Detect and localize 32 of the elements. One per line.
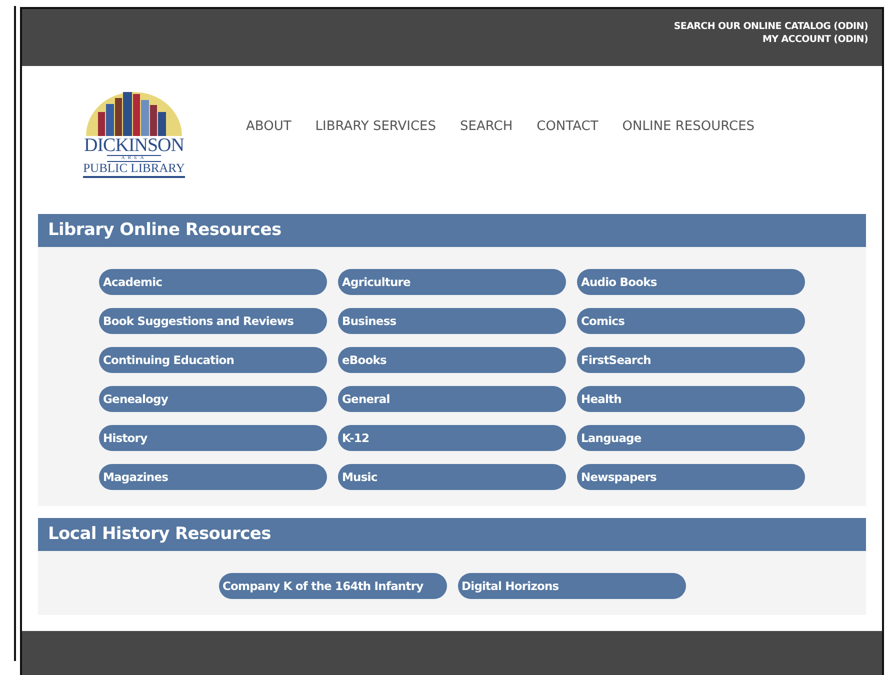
books-arch-logo-icon [84, 90, 184, 136]
resource-link-button[interactable]: Company K of the 164th Infantry [218, 572, 446, 599]
resource-link-button[interactable]: Book Suggestions and Reviews [99, 308, 327, 334]
nav-link[interactable]: CONTACT [536, 119, 598, 134]
resource-link-button[interactable]: Audio Books [577, 268, 805, 295]
resource-link-button[interactable]: General [338, 386, 566, 412]
resource-link-button[interactable]: FirstSearch [577, 346, 805, 373]
top-link[interactable]: MY ACCOUNT (ODIN) [762, 34, 868, 45]
resource-link-button[interactable]: Health [577, 386, 805, 412]
resource-link-button[interactable]: Newspapers [577, 464, 805, 490]
top-link[interactable]: SEARCH OUR ONLINE CATALOG (ODIN) [674, 21, 868, 32]
nav-link[interactable]: ONLINE RESOURCES [622, 119, 755, 134]
resource-link-button[interactable]: Magazines [99, 464, 327, 490]
resource-link-button[interactable]: Digital Horizons [458, 572, 686, 599]
section-heading: Library Online Resources [38, 214, 866, 247]
logo-title: DICKINSON [84, 136, 184, 155]
resource-link-button[interactable]: Genealogy [99, 386, 327, 412]
nav-link[interactable]: ABOUT [246, 119, 292, 134]
resource-link-button[interactable]: Agriculture [338, 268, 566, 295]
section-heading: Local History Resources [38, 518, 866, 551]
resource-link-button[interactable]: Comics [577, 308, 805, 334]
nav-link[interactable]: LIBRARY SERVICES [315, 119, 436, 134]
resource-link-button[interactable]: Business [338, 308, 566, 334]
resource-link-button[interactable]: Music [338, 464, 566, 490]
logo-subtitle: PUBLIC LIBRARY [83, 162, 185, 178]
resource-link-button[interactable]: Language [577, 424, 805, 451]
resource-link-button[interactable]: History [99, 424, 327, 451]
resource-link-button[interactable]: eBooks [338, 346, 566, 373]
resource-link-button[interactable]: Academic [99, 268, 327, 295]
resource-link-button[interactable]: Continuing Education [99, 346, 327, 373]
resource-link-button[interactable]: K-12 [338, 424, 566, 451]
nav-link[interactable]: SEARCH [460, 119, 513, 134]
